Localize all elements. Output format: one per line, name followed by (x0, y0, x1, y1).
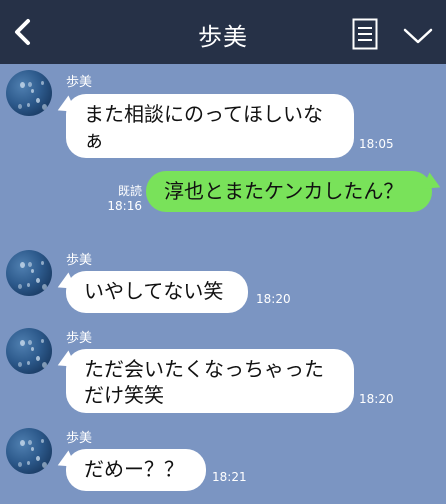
message-text-line: また相談にのってほしいな (84, 102, 323, 126)
message-bubble[interactable]: だめー？？ (66, 449, 206, 491)
message-text-line: だけ笑笑 (84, 383, 164, 407)
message-text-line: だめー？？ (84, 457, 184, 481)
note-icon[interactable] (352, 18, 378, 50)
sender-name: 歩美 (66, 253, 93, 268)
message-time: 18:20 (359, 392, 394, 406)
chat-title: 歩美 (198, 23, 248, 51)
message-text-line: ぁ (84, 128, 104, 152)
message-bubble[interactable]: いやしてない笑 (66, 271, 248, 313)
sender-name: 歩美 (66, 331, 93, 346)
message-text-line: ただ会いたくなっちゃった (84, 357, 324, 381)
message-time: 18:16 (107, 199, 142, 213)
sender-name: 歩美 (66, 75, 93, 90)
chevron-down-icon[interactable] (402, 26, 434, 46)
avatar[interactable] (6, 250, 52, 296)
read-label: 既読 (117, 184, 142, 198)
message-time: 18:05 (359, 137, 394, 151)
message-bubble[interactable]: また相談にのってほしいな ぁ (66, 94, 354, 158)
message-bubble[interactable]: 淳也とまたケンカしたん？ (146, 171, 432, 212)
avatar[interactable] (6, 428, 52, 474)
avatar[interactable] (6, 70, 52, 116)
avatar[interactable] (6, 328, 52, 374)
read-receipt: 既読 18:16 (104, 184, 142, 214)
message-bubble[interactable]: ただ会いたくなっちゃった だけ笑笑 (66, 349, 354, 413)
message-text-line: 淳也とまたケンカしたん？ (164, 179, 404, 203)
message-time: 18:21 (212, 470, 247, 484)
sender-name: 歩美 (66, 431, 93, 446)
chat-header: 歩美 (0, 0, 446, 64)
message-time: 18:20 (256, 292, 291, 306)
message-text-line: いやしてない笑 (84, 279, 224, 303)
